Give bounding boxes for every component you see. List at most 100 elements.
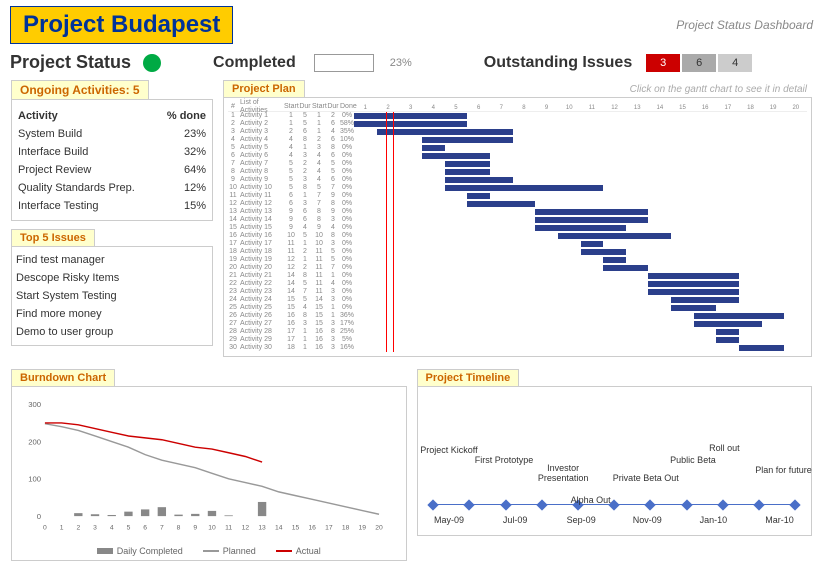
project-plan-tab[interactable]: Project Plan [223, 80, 305, 97]
timeline-point-icon [681, 499, 692, 510]
svg-text:14: 14 [275, 525, 283, 532]
svg-text:3: 3 [93, 525, 97, 532]
gantt-row[interactable]: 27Activity 2716315317% [228, 320, 807, 328]
gantt-hint: Click on the gantt chart to see it in de… [630, 86, 807, 94]
table-row: Project Review64% [18, 162, 206, 178]
timeline-point-icon [790, 499, 801, 510]
issue-badge[interactable]: 6 [682, 54, 716, 72]
gantt-row[interactable]: 6Activity 643460% [228, 152, 807, 160]
svg-text:16: 16 [308, 525, 316, 532]
gantt-row[interactable]: 3Activity 3261435% [228, 128, 807, 136]
legend-daily: Daily Completed [97, 546, 183, 556]
gantt-row[interactable]: 30Activity 3018116316% [228, 344, 807, 352]
gantt-row[interactable]: 12Activity 1263780% [228, 200, 807, 208]
timeline-month: Jan-10 [700, 515, 728, 525]
burndown-chart[interactable]: 0100200300012345678910111213141516171819… [11, 386, 407, 561]
gantt-row[interactable]: 15Activity 1594940% [228, 224, 807, 232]
gantt-row[interactable]: 22Activity 221451140% [228, 280, 807, 288]
timeline-event: Project Kickoff [409, 445, 489, 455]
gantt-row[interactable]: 26Activity 2616815136% [228, 312, 807, 320]
timeline-point-icon [464, 499, 475, 510]
gantt-row[interactable]: 10Activity 1058570% [228, 184, 807, 192]
svg-text:1: 1 [60, 525, 64, 532]
completed-percent: 23% [390, 57, 412, 69]
timeline-month: Jul-09 [503, 515, 528, 525]
timeline-event: Investor Presentation [523, 463, 603, 483]
gantt-row[interactable]: 25Activity 251541510% [228, 304, 807, 312]
project-status-label: Project Status [10, 52, 131, 73]
burndown-tab[interactable]: Burndown Chart [11, 369, 115, 386]
gantt-row[interactable]: 9Activity 953460% [228, 176, 807, 184]
timeline-point-icon [717, 499, 728, 510]
list-item: Find more money [16, 305, 208, 323]
gantt-row[interactable]: 5Activity 541380% [228, 144, 807, 152]
gantt-row[interactable]: 18Activity 181121150% [228, 248, 807, 256]
svg-text:0: 0 [37, 512, 41, 521]
issue-badge[interactable]: 4 [718, 54, 752, 72]
svg-text:20: 20 [375, 525, 383, 532]
outstanding-issues-label: Outstanding Issues [484, 54, 632, 72]
status-indicator-icon [143, 54, 161, 72]
gantt-row[interactable]: 21Activity 211481110% [228, 272, 807, 280]
gantt-row[interactable]: 14Activity 1496830% [228, 216, 807, 224]
timeline-point-icon [645, 499, 656, 510]
svg-text:4: 4 [110, 525, 114, 532]
legend-planned: Planned [203, 546, 256, 556]
gantt-row[interactable]: 11Activity 1161790% [228, 192, 807, 200]
gantt-row[interactable]: 4Activity 4482610% [228, 136, 807, 144]
gantt-row[interactable]: 7Activity 752450% [228, 160, 807, 168]
gantt-row[interactable]: 8Activity 852450% [228, 168, 807, 176]
ongoing-activities-table: Activity % done System Build23% Interface… [16, 106, 208, 216]
col-done: % done [156, 108, 206, 124]
ongoing-activities-tab[interactable]: Ongoing Activities: 5 [11, 80, 149, 99]
timeline-point-icon [428, 499, 439, 510]
table-row: Quality Standards Prep.12% [18, 180, 206, 196]
gantt-row[interactable]: 20Activity 201221170% [228, 264, 807, 272]
timeline-point-icon [500, 499, 511, 510]
gantt-row[interactable]: 23Activity 231471130% [228, 288, 807, 296]
svg-text:18: 18 [342, 525, 350, 532]
timeline-point-icon [536, 499, 547, 510]
gantt-row[interactable]: 17Activity 171111030% [228, 240, 807, 248]
timeline-month: Mar-10 [765, 515, 794, 525]
gantt-row[interactable]: 19Activity 191211150% [228, 256, 807, 264]
gantt-row[interactable]: 1Activity 115120% [228, 112, 807, 120]
list-item: Demo to user group [16, 323, 208, 341]
timeline-chart[interactable]: May-09Jul-09Sep-09Nov-09Jan-10Mar-10Proj… [417, 386, 813, 536]
project-title: Project Budapest [10, 6, 233, 44]
timeline-event: Public Beta [653, 455, 733, 465]
table-row: System Build23% [18, 126, 206, 142]
gantt-row[interactable]: 28Activity 2817116825% [228, 328, 807, 336]
svg-text:300: 300 [28, 400, 41, 409]
svg-text:2: 2 [76, 525, 80, 532]
gantt-row[interactable]: 24Activity 241551430% [228, 296, 807, 304]
completed-progress-bar [314, 54, 374, 72]
gantt-row[interactable]: 2Activity 2151658% [228, 120, 807, 128]
svg-text:19: 19 [359, 525, 367, 532]
svg-text:7: 7 [160, 525, 164, 532]
svg-text:200: 200 [28, 437, 41, 446]
col-activity: Activity [18, 108, 154, 124]
list-item: Find test manager [16, 251, 208, 269]
timeline-event: Private Beta Out [606, 473, 686, 483]
list-item: Descope Risky Items [16, 269, 208, 287]
gantt-row[interactable]: 29Activity 291711635% [228, 336, 807, 344]
svg-text:11: 11 [225, 525, 232, 532]
issue-badge[interactable]: 3 [646, 54, 680, 72]
svg-text:0: 0 [43, 525, 47, 532]
svg-text:5: 5 [127, 525, 131, 532]
gantt-row[interactable]: 13Activity 1396890% [228, 208, 807, 216]
svg-text:6: 6 [143, 525, 147, 532]
table-row: Interface Build32% [18, 144, 206, 160]
top-issues-tab[interactable]: Top 5 Issues [11, 229, 95, 246]
svg-text:8: 8 [177, 525, 181, 532]
dashboard-label: Project Status Dashboard [676, 18, 813, 32]
svg-text:100: 100 [28, 475, 41, 484]
list-item: Start System Testing [16, 287, 208, 305]
legend-actual: Actual [276, 546, 321, 556]
svg-text:10: 10 [208, 525, 216, 532]
status-row: Project Status Completed 23% Outstanding… [10, 52, 813, 73]
gantt-row[interactable]: 16Activity 161051080% [228, 232, 807, 240]
gantt-chart[interactable]: Click on the gantt chart to see it in de… [223, 97, 812, 357]
timeline-tab[interactable]: Project Timeline [417, 369, 520, 386]
